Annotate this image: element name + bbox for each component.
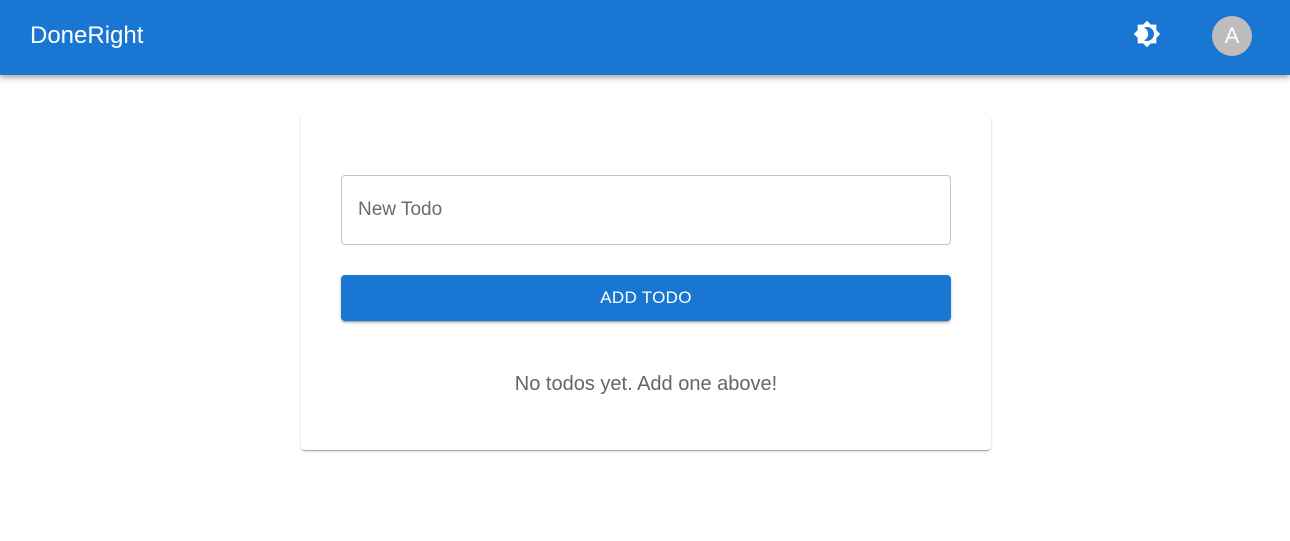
empty-state-message: No todos yet. Add one above! bbox=[514, 373, 778, 395]
app-bar: DoneRight A bbox=[0, 0, 1290, 75]
user-avatar[interactable]: A bbox=[1212, 16, 1252, 56]
app-title: DoneRight bbox=[30, 22, 144, 49]
brightness-icon bbox=[1133, 20, 1161, 53]
add-todo-button[interactable]: ADD TODO bbox=[341, 275, 951, 321]
todo-card: ADD TODO No todos yet. Add one above! bbox=[301, 115, 991, 450]
theme-toggle-button[interactable] bbox=[1123, 12, 1171, 60]
new-todo-input[interactable] bbox=[341, 175, 951, 245]
